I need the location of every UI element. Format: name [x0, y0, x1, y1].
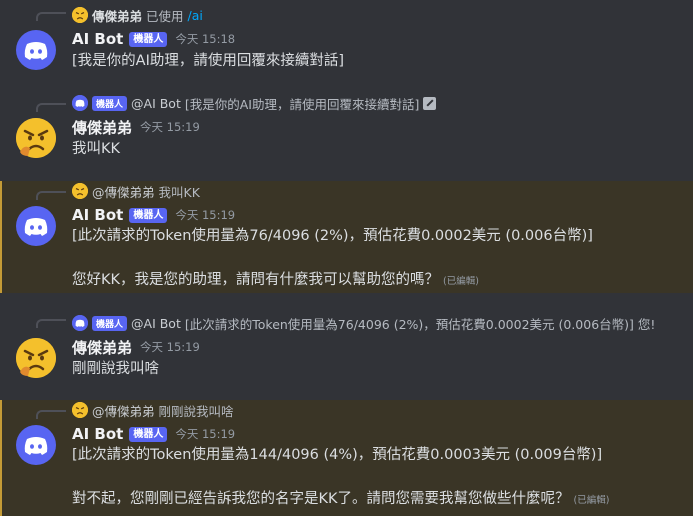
- user-avatar[interactable]: [16, 118, 56, 158]
- edit-icon: [423, 96, 437, 110]
- timestamp[interactable]: 今天 15:19: [175, 426, 235, 442]
- bot-avatar[interactable]: [16, 30, 56, 70]
- reply-preview[interactable]: @傳傑弟弟 剛剛說我叫啥: [72, 401, 673, 419]
- message-header: AI Bot 機器人 今天 15:19: [72, 424, 235, 444]
- reply-connector: [36, 191, 66, 200]
- bot-badge: 機器人: [129, 426, 168, 442]
- edited-label: (已編輯): [443, 276, 479, 287]
- reply-author[interactable]: @AI Bot: [131, 316, 181, 331]
- edited-label: (已編輯): [573, 495, 610, 506]
- timestamp[interactable]: 今天 15:19: [140, 339, 200, 355]
- reply-author[interactable]: @傳傑弟弟: [92, 182, 155, 200]
- author-name[interactable]: 傳傑弟弟: [72, 337, 132, 358]
- message-header: AI Bot 機器人 今天 15:19: [72, 205, 235, 225]
- author-name[interactable]: AI Bot: [72, 30, 123, 48]
- bot-mini-avatar-icon: [72, 95, 88, 111]
- reply-action: 已使用: [146, 8, 184, 24]
- message-3: @傳傑弟弟 我叫KK AI Bot 機器人 今天 15:19 [此次請求的Tok…: [0, 181, 693, 293]
- message-text: 您好KK，我是您的助理，請問有什麼我可以幫助您的嗎？: [72, 272, 440, 288]
- author-name[interactable]: AI Bot: [72, 425, 123, 443]
- message-content: 我叫KK: [72, 141, 121, 157]
- user-mini-avatar-icon: [72, 183, 88, 199]
- reply-bot-badge: 機器人: [92, 315, 128, 331]
- message-content-line-2: 您好KK，我是您的助理，請問有什麼我可以幫助您的嗎？ (已編輯): [72, 270, 479, 292]
- reply-preview[interactable]: 機器人 @AI Bot [我是你的AI助理，請使用回覆來接續對話]: [72, 94, 673, 112]
- discord-logo-icon: [24, 42, 48, 60]
- discord-logo-icon: [24, 218, 48, 236]
- bot-badge: 機器人: [129, 31, 168, 47]
- message-header: AI Bot 機器人 今天 15:18: [72, 29, 235, 49]
- message-content: [我是你的AI助理，請使用回覆來接續對話]: [72, 53, 345, 69]
- bot-badge: 機器人: [129, 207, 168, 223]
- timestamp[interactable]: 今天 15:18: [175, 31, 235, 47]
- reply-connector: [36, 12, 66, 21]
- bot-avatar[interactable]: [16, 206, 56, 246]
- reply-author[interactable]: 傳傑弟弟: [92, 6, 142, 24]
- reply-bot-badge: 機器人: [92, 95, 128, 111]
- reply-connector: [36, 410, 66, 419]
- reply-text[interactable]: 剛剛說我叫啥: [159, 401, 234, 419]
- reply-author[interactable]: @AI Bot: [131, 96, 181, 111]
- message-1: 傳傑弟弟 已使用 /ai AI Bot 機器人 今天 15:18 [我是你的AI…: [0, 0, 693, 82]
- reply-text[interactable]: [我是你的AI助理，請使用回覆來接續對話]: [185, 94, 420, 112]
- user-mini-avatar-icon: [72, 402, 88, 418]
- message-content: 剛剛說我叫啥: [72, 361, 159, 377]
- message-content-line-1: [此次請求的Token使用量為144/4096 (4%)，預估花費0.0003美…: [72, 447, 603, 463]
- reply-author[interactable]: @傳傑弟弟: [92, 401, 155, 419]
- message-content-line-2: 對不起，您剛剛已經告訴我您的名字是KK了。請問您需要我幫您做些什麼呢？ (已編輯): [72, 489, 609, 511]
- user-mini-avatar-icon: [72, 7, 88, 23]
- user-avatar[interactable]: [16, 338, 56, 378]
- timestamp[interactable]: 今天 15:19: [175, 207, 235, 223]
- reply-connector: [36, 103, 66, 112]
- angry-face-emoji-icon: [16, 118, 56, 158]
- message-2: 機器人 @AI Bot [我是你的AI助理，請使用回覆來接續對話] 傳傑弟弟 今…: [0, 92, 693, 174]
- reply-command[interactable]: /ai: [188, 8, 203, 23]
- angry-face-emoji-icon: [16, 338, 56, 378]
- discord-logo-icon: [24, 437, 48, 455]
- reply-preview[interactable]: 傳傑弟弟 已使用 /ai: [72, 6, 673, 24]
- timestamp[interactable]: 今天 15:19: [140, 119, 200, 135]
- message-content-line-1: [此次請求的Token使用量為76/4096 (2%)，預估花費0.0002美元…: [72, 228, 593, 244]
- message-header: 傳傑弟弟 今天 15:19: [72, 117, 200, 137]
- reply-text[interactable]: 我叫KK: [159, 182, 200, 200]
- author-name[interactable]: AI Bot: [72, 206, 123, 224]
- reply-preview[interactable]: 機器人 @AI Bot [此次請求的Token使用量為76/4096 (2%)，…: [72, 314, 673, 332]
- message-5: @傳傑弟弟 剛剛說我叫啥 AI Bot 機器人 今天 15:19 [此次請求的T…: [0, 400, 693, 516]
- message-header: 傳傑弟弟 今天 15:19: [72, 337, 200, 357]
- bot-mini-avatar-icon: [72, 315, 88, 331]
- message-4: 機器人 @AI Bot [此次請求的Token使用量為76/4096 (2%)，…: [0, 308, 693, 390]
- reply-preview[interactable]: @傳傑弟弟 我叫KK: [72, 182, 673, 200]
- bot-avatar[interactable]: [16, 425, 56, 465]
- reply-connector: [36, 319, 66, 328]
- author-name[interactable]: 傳傑弟弟: [72, 117, 132, 138]
- reply-text[interactable]: [此次請求的Token使用量為76/4096 (2%)，預估花費0.0002美元…: [185, 314, 656, 332]
- message-text: 對不起，您剛剛已經告訴我您的名字是KK了。請問您需要我幫您做些什麼呢？: [72, 491, 570, 507]
